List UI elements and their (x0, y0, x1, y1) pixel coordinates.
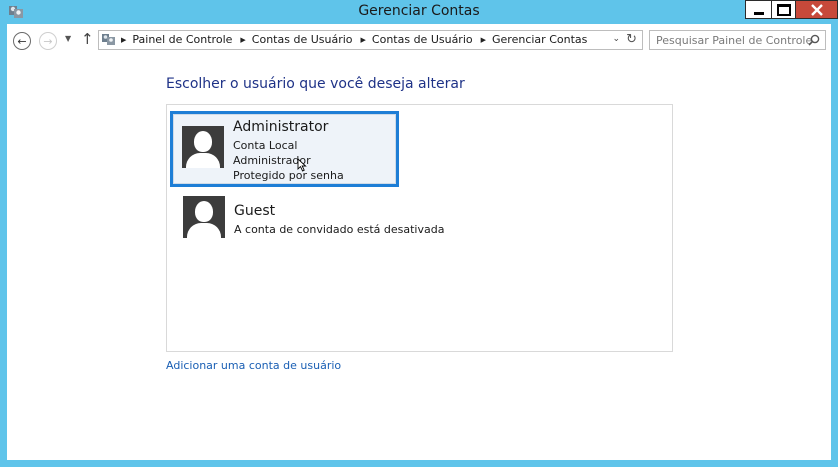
maximize-button[interactable] (771, 0, 796, 19)
search-box[interactable]: Pesquisar Painel de Controle (649, 30, 826, 50)
title-bar[interactable]: Gerenciar Contas (0, 0, 838, 24)
breadcrumb: ▶ Painel de Controle ▶ Contas de Usuário… (121, 33, 595, 46)
chevron-right-icon: ▶ (360, 35, 366, 44)
close-icon (810, 3, 823, 16)
arrow-right-icon: → (43, 34, 53, 48)
chevron-right-icon: ▶ (121, 35, 127, 44)
forward-button[interactable]: → (39, 32, 57, 50)
back-button[interactable]: ← (13, 32, 31, 50)
window: Gerenciar Contas ← → ▼ ↑ ▶ Painel de Con… (0, 0, 838, 467)
window-title: Gerenciar Contas (358, 3, 480, 19)
search-icon[interactable] (808, 34, 820, 46)
minimize-icon (753, 11, 764, 15)
account-item-guest[interactable]: Guest A conta de convidado está desativa… (170, 193, 444, 269)
add-user-account-link[interactable]: Adicionar uma conta de usuário (166, 359, 341, 372)
recent-locations-dropdown[interactable]: ▼ (65, 34, 71, 43)
close-button[interactable] (796, 0, 838, 19)
minimize-button[interactable] (745, 0, 771, 19)
breadcrumb-item[interactable]: Contas de Usuário (252, 33, 353, 46)
account-detail: Protegido por senha (233, 169, 344, 182)
chevron-right-icon: ▶ (480, 35, 487, 44)
refresh-icon[interactable]: ↻ (626, 32, 637, 47)
user-avatar-icon (182, 126, 224, 168)
up-button[interactable]: ↑ (81, 30, 94, 48)
address-bar[interactable]: ▶ Painel de Controle ▶ Contas de Usuário… (98, 30, 643, 50)
chevron-down-icon: ▼ (65, 34, 72, 43)
breadcrumb-item[interactable]: Contas de Usuário (372, 33, 473, 46)
mouse-cursor-icon (297, 158, 307, 172)
account-item-administrator[interactable]: Administrator Conta Local Administrador … (170, 111, 399, 187)
arrow-left-icon: ← (17, 34, 27, 48)
breadcrumb-item[interactable]: Gerenciar Contas (492, 33, 587, 46)
user-avatar-icon (183, 196, 225, 238)
arrow-up-icon: ↑ (81, 30, 94, 48)
account-list: Administrator Conta Local Administrador … (166, 104, 673, 352)
navigation-bar: ← → ▼ ↑ ▶ Painel de Controle ▶ Contas de… (7, 24, 831, 56)
account-detail: A conta de convidado está desativada (234, 223, 445, 236)
account-detail: Conta Local (233, 139, 298, 152)
account-name: Guest (234, 203, 276, 219)
control-panel-icon (102, 34, 115, 45)
maximize-icon (776, 3, 791, 16)
address-history-chevron-icon[interactable]: ⌄ (612, 34, 620, 44)
client-area: ← → ▼ ↑ ▶ Painel de Controle ▶ Contas de… (7, 24, 831, 460)
account-name: Administrator (233, 119, 329, 135)
chevron-right-icon: ▶ (240, 35, 246, 44)
breadcrumb-item[interactable]: Painel de Controle (132, 33, 232, 46)
page-heading: Escolher o usuário que você deseja alter… (166, 76, 465, 92)
search-placeholder: Pesquisar Painel de Controle (656, 34, 813, 47)
